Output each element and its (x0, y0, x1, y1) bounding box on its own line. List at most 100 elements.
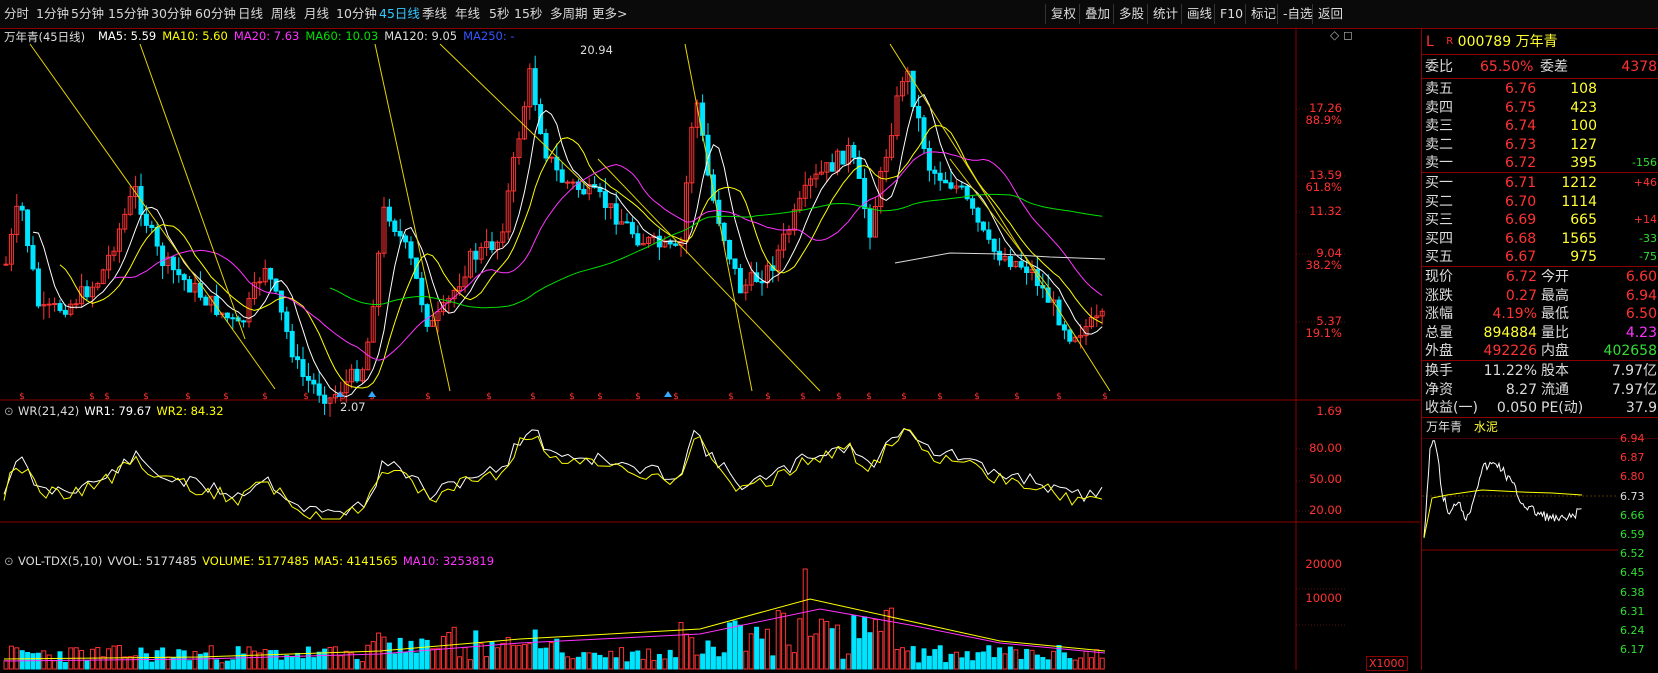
sell-level-row[interactable]: 卖二 6.73 127 (1425, 136, 1657, 155)
volume-bar (1061, 652, 1067, 670)
volume-bar (511, 644, 517, 670)
candle-body (3, 263, 9, 266)
toolbar-button[interactable]: F10 (1214, 4, 1248, 24)
candle-body (916, 106, 922, 119)
volume-bar (41, 650, 47, 670)
chart-area[interactable]: $$$$$$$$$$$$$$$$$$$$$$$$$$$$ 万年青(45日线) M… (0, 28, 1420, 671)
buy-level-row[interactable]: 买五 6.67 975 -75 (1425, 248, 1657, 267)
volume-bar (106, 648, 112, 670)
period-tab[interactable]: 季线 (422, 5, 447, 23)
volume-bar (1099, 657, 1105, 670)
chart-title: 万年青(45日线) (4, 30, 86, 44)
period-tab[interactable]: 30分钟 (151, 5, 192, 23)
mini-tab-sector[interactable]: 水泥 (1474, 420, 1498, 434)
candle-body (30, 245, 36, 270)
legend-item: MA5: 4141565 (314, 554, 398, 568)
toolbar-button[interactable]: 标记 (1245, 4, 1281, 24)
period-tab[interactable]: 日线 (238, 5, 263, 23)
buy-level-row[interactable]: 买二 6.70 1114 (1425, 193, 1657, 212)
vol-collapse-icon[interactable]: ⊙ (4, 554, 14, 568)
period-tab[interactable]: 多周期 (550, 5, 588, 23)
candle-body (565, 181, 571, 184)
candle-body (856, 156, 862, 179)
period-tab[interactable]: 年线 (455, 5, 480, 23)
period-tab[interactable]: 45日线 (379, 5, 420, 23)
candle-body (203, 296, 209, 306)
candle-body (570, 181, 576, 184)
mini-axis-tick: 6.38 (1620, 585, 1645, 599)
period-tab[interactable]: 5分钟 (71, 5, 104, 23)
wr-collapse-icon[interactable]: ⊙ (4, 404, 14, 418)
toolbar-button[interactable]: 叠加 (1079, 4, 1115, 24)
trend-line (597, 158, 821, 392)
signal-marker: $ (728, 392, 734, 402)
legend-item: WR(21,42) (18, 404, 80, 418)
volume-bar (8, 645, 14, 670)
candle-body (284, 311, 290, 332)
candle-body (181, 274, 187, 281)
sell-level-row[interactable]: 卖五 6.76 108 (1425, 80, 1657, 99)
volume-bar (808, 635, 814, 670)
volume-bar (295, 652, 301, 670)
candle-body (1018, 261, 1024, 268)
volume-bar (694, 654, 700, 670)
volume-bar (635, 650, 641, 670)
volume-bar (338, 655, 344, 670)
buy-level-row[interactable]: 买三 6.69 665 +14 (1425, 211, 1657, 230)
candle-body (602, 191, 608, 208)
period-tab[interactable]: 月线 (304, 5, 329, 23)
kline-chart[interactable]: $$$$$$$$$$$$$$$$$$$$$$$$$$$$ (0, 29, 1420, 670)
period-tab[interactable]: 1分钟 (36, 5, 69, 23)
period-tab[interactable]: 15秒 (514, 5, 542, 23)
period-tab[interactable]: 10分钟 (336, 5, 377, 23)
wr-tick: 20.00 (1309, 503, 1342, 517)
volume-bar (910, 646, 916, 670)
sell-level-row[interactable]: 卖三 6.74 100 (1425, 117, 1657, 136)
volume-bar (392, 653, 398, 670)
candle-body (1007, 256, 1013, 268)
candle-body (635, 233, 641, 246)
toolbar-button[interactable]: 返回 (1312, 4, 1348, 24)
chart-tool-icons[interactable]: ◇ ◻ (1330, 28, 1353, 42)
fundamental-row: 换手 11.22% 股本 7.97亿 (1425, 363, 1657, 379)
period-tab[interactable]: 5秒 (489, 5, 509, 23)
volume-bar (343, 650, 349, 670)
mini-avg-line (1423, 489, 1583, 539)
toolbar-button[interactable]: 画线 (1181, 4, 1217, 24)
sell-level-row[interactable]: 卖一 6.72 395 -156 (1425, 154, 1657, 173)
candle-body (986, 229, 992, 240)
fib-tick: 19.1% (1305, 326, 1342, 340)
vol-tick: 20000 (1305, 557, 1342, 571)
sell-level-row[interactable]: 卖四 6.75 423 (1425, 99, 1657, 118)
volume-bar (543, 647, 549, 670)
volume-bar (116, 645, 122, 670)
period-tab[interactable]: 60分钟 (195, 5, 236, 23)
mini-tab-stock[interactable]: 万年青 (1426, 420, 1462, 434)
buy-level-row[interactable]: 买四 6.68 1565 -33 (1425, 230, 1657, 249)
period-tab[interactable]: 更多> (592, 5, 627, 23)
volume-bar (19, 650, 25, 670)
legend-item: WR1: 79.67 (84, 404, 152, 418)
buy-level-row[interactable]: 买一 6.71 1212 +46 (1425, 174, 1657, 193)
volume-bar (349, 652, 355, 670)
candle-body (408, 241, 414, 259)
candle-body (84, 286, 90, 298)
period-tab[interactable]: 15分钟 (108, 5, 149, 23)
volume-bar (737, 624, 743, 670)
candle-body (613, 203, 619, 225)
candle-body (559, 169, 565, 183)
volume-bar (446, 631, 452, 670)
period-tab[interactable]: 分时 (4, 5, 29, 23)
wr-line (3, 427, 1103, 516)
volume-bar (62, 661, 68, 670)
volume-bar (953, 651, 959, 670)
toolbar-button[interactable]: 多股 (1113, 4, 1149, 24)
toolbar-button[interactable]: 复权 (1045, 4, 1081, 24)
signal-marker: $ (223, 392, 229, 402)
volume-bar (1013, 649, 1019, 670)
toolbar-button[interactable]: 统计 (1147, 4, 1183, 24)
wr-tick: 50.00 (1309, 472, 1342, 486)
period-tab[interactable]: 周线 (271, 5, 296, 23)
volume-bar (203, 652, 209, 670)
fib-tick: 38.2% (1305, 258, 1342, 272)
